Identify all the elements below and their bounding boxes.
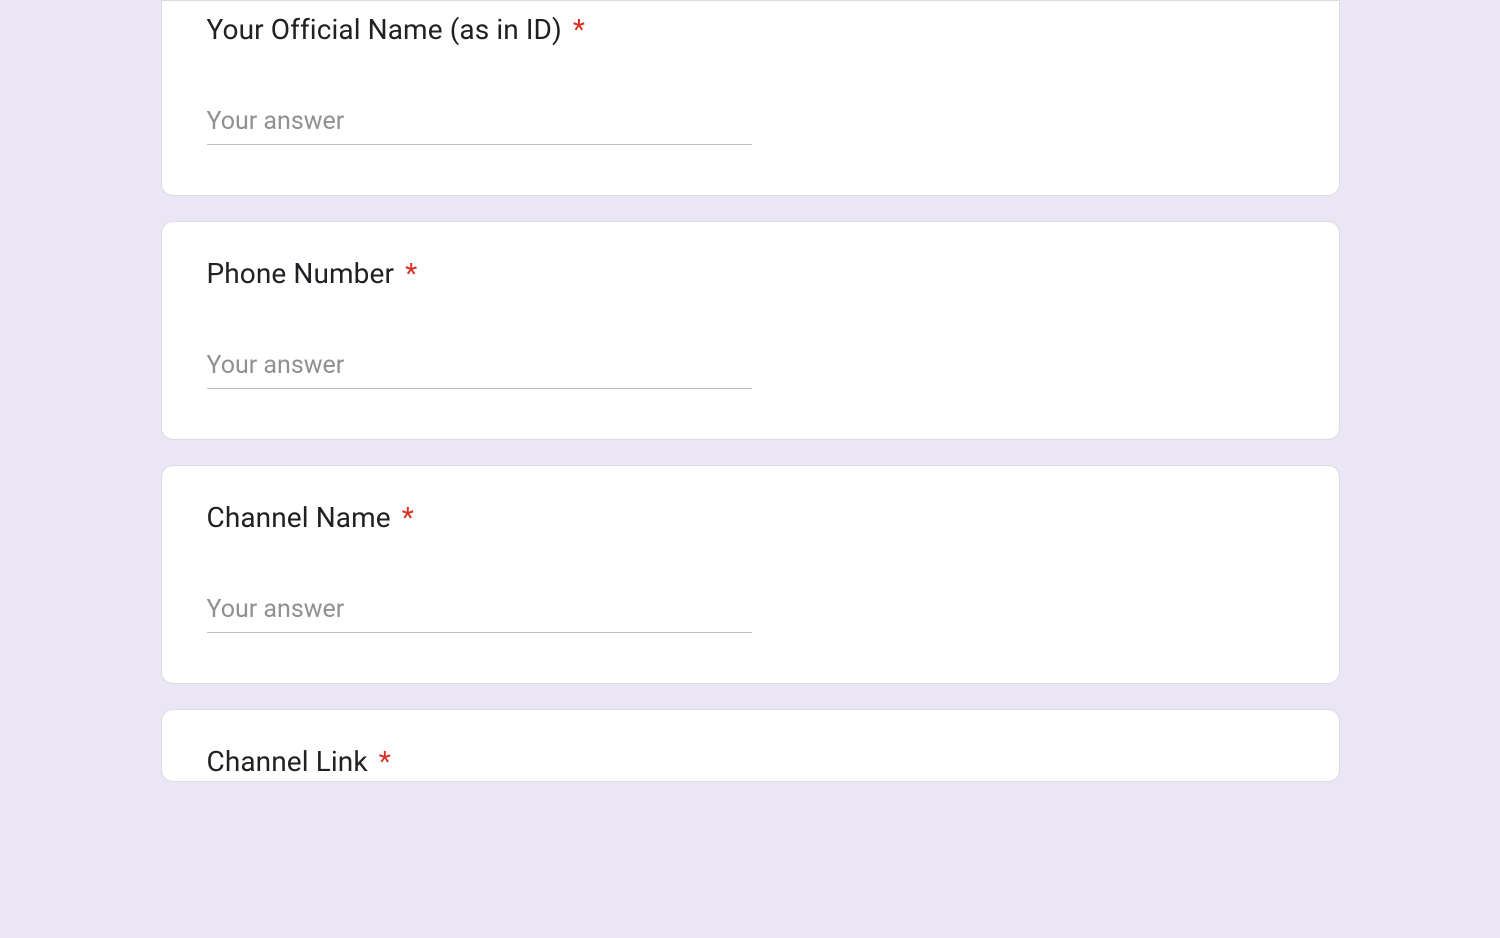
question-card-channel-link: Channel Link * (161, 709, 1340, 782)
question-label: Your Official Name (as in ID) * (207, 13, 1294, 46)
question-label: Channel Name * (207, 501, 1294, 534)
required-asterisk: * (379, 745, 391, 778)
required-asterisk: * (405, 257, 417, 290)
question-text: Your Official Name (as in ID) (207, 13, 562, 46)
required-asterisk: * (402, 501, 414, 534)
question-text: Phone Number (207, 257, 395, 290)
channel-name-input[interactable] (207, 589, 752, 633)
form-container: Your Official Name (as in ID) * Phone Nu… (103, 0, 1398, 782)
question-label: Phone Number * (207, 257, 1294, 290)
question-card-channel-name: Channel Name * (161, 465, 1340, 684)
question-label: Channel Link * (207, 745, 1294, 778)
question-text: Channel Link (207, 745, 368, 778)
question-card-official-name: Your Official Name (as in ID) * (161, 0, 1340, 196)
official-name-input[interactable] (207, 101, 752, 145)
phone-number-input[interactable] (207, 345, 752, 389)
required-asterisk: * (573, 13, 585, 46)
question-card-phone-number: Phone Number * (161, 221, 1340, 440)
question-text: Channel Name (207, 501, 391, 534)
